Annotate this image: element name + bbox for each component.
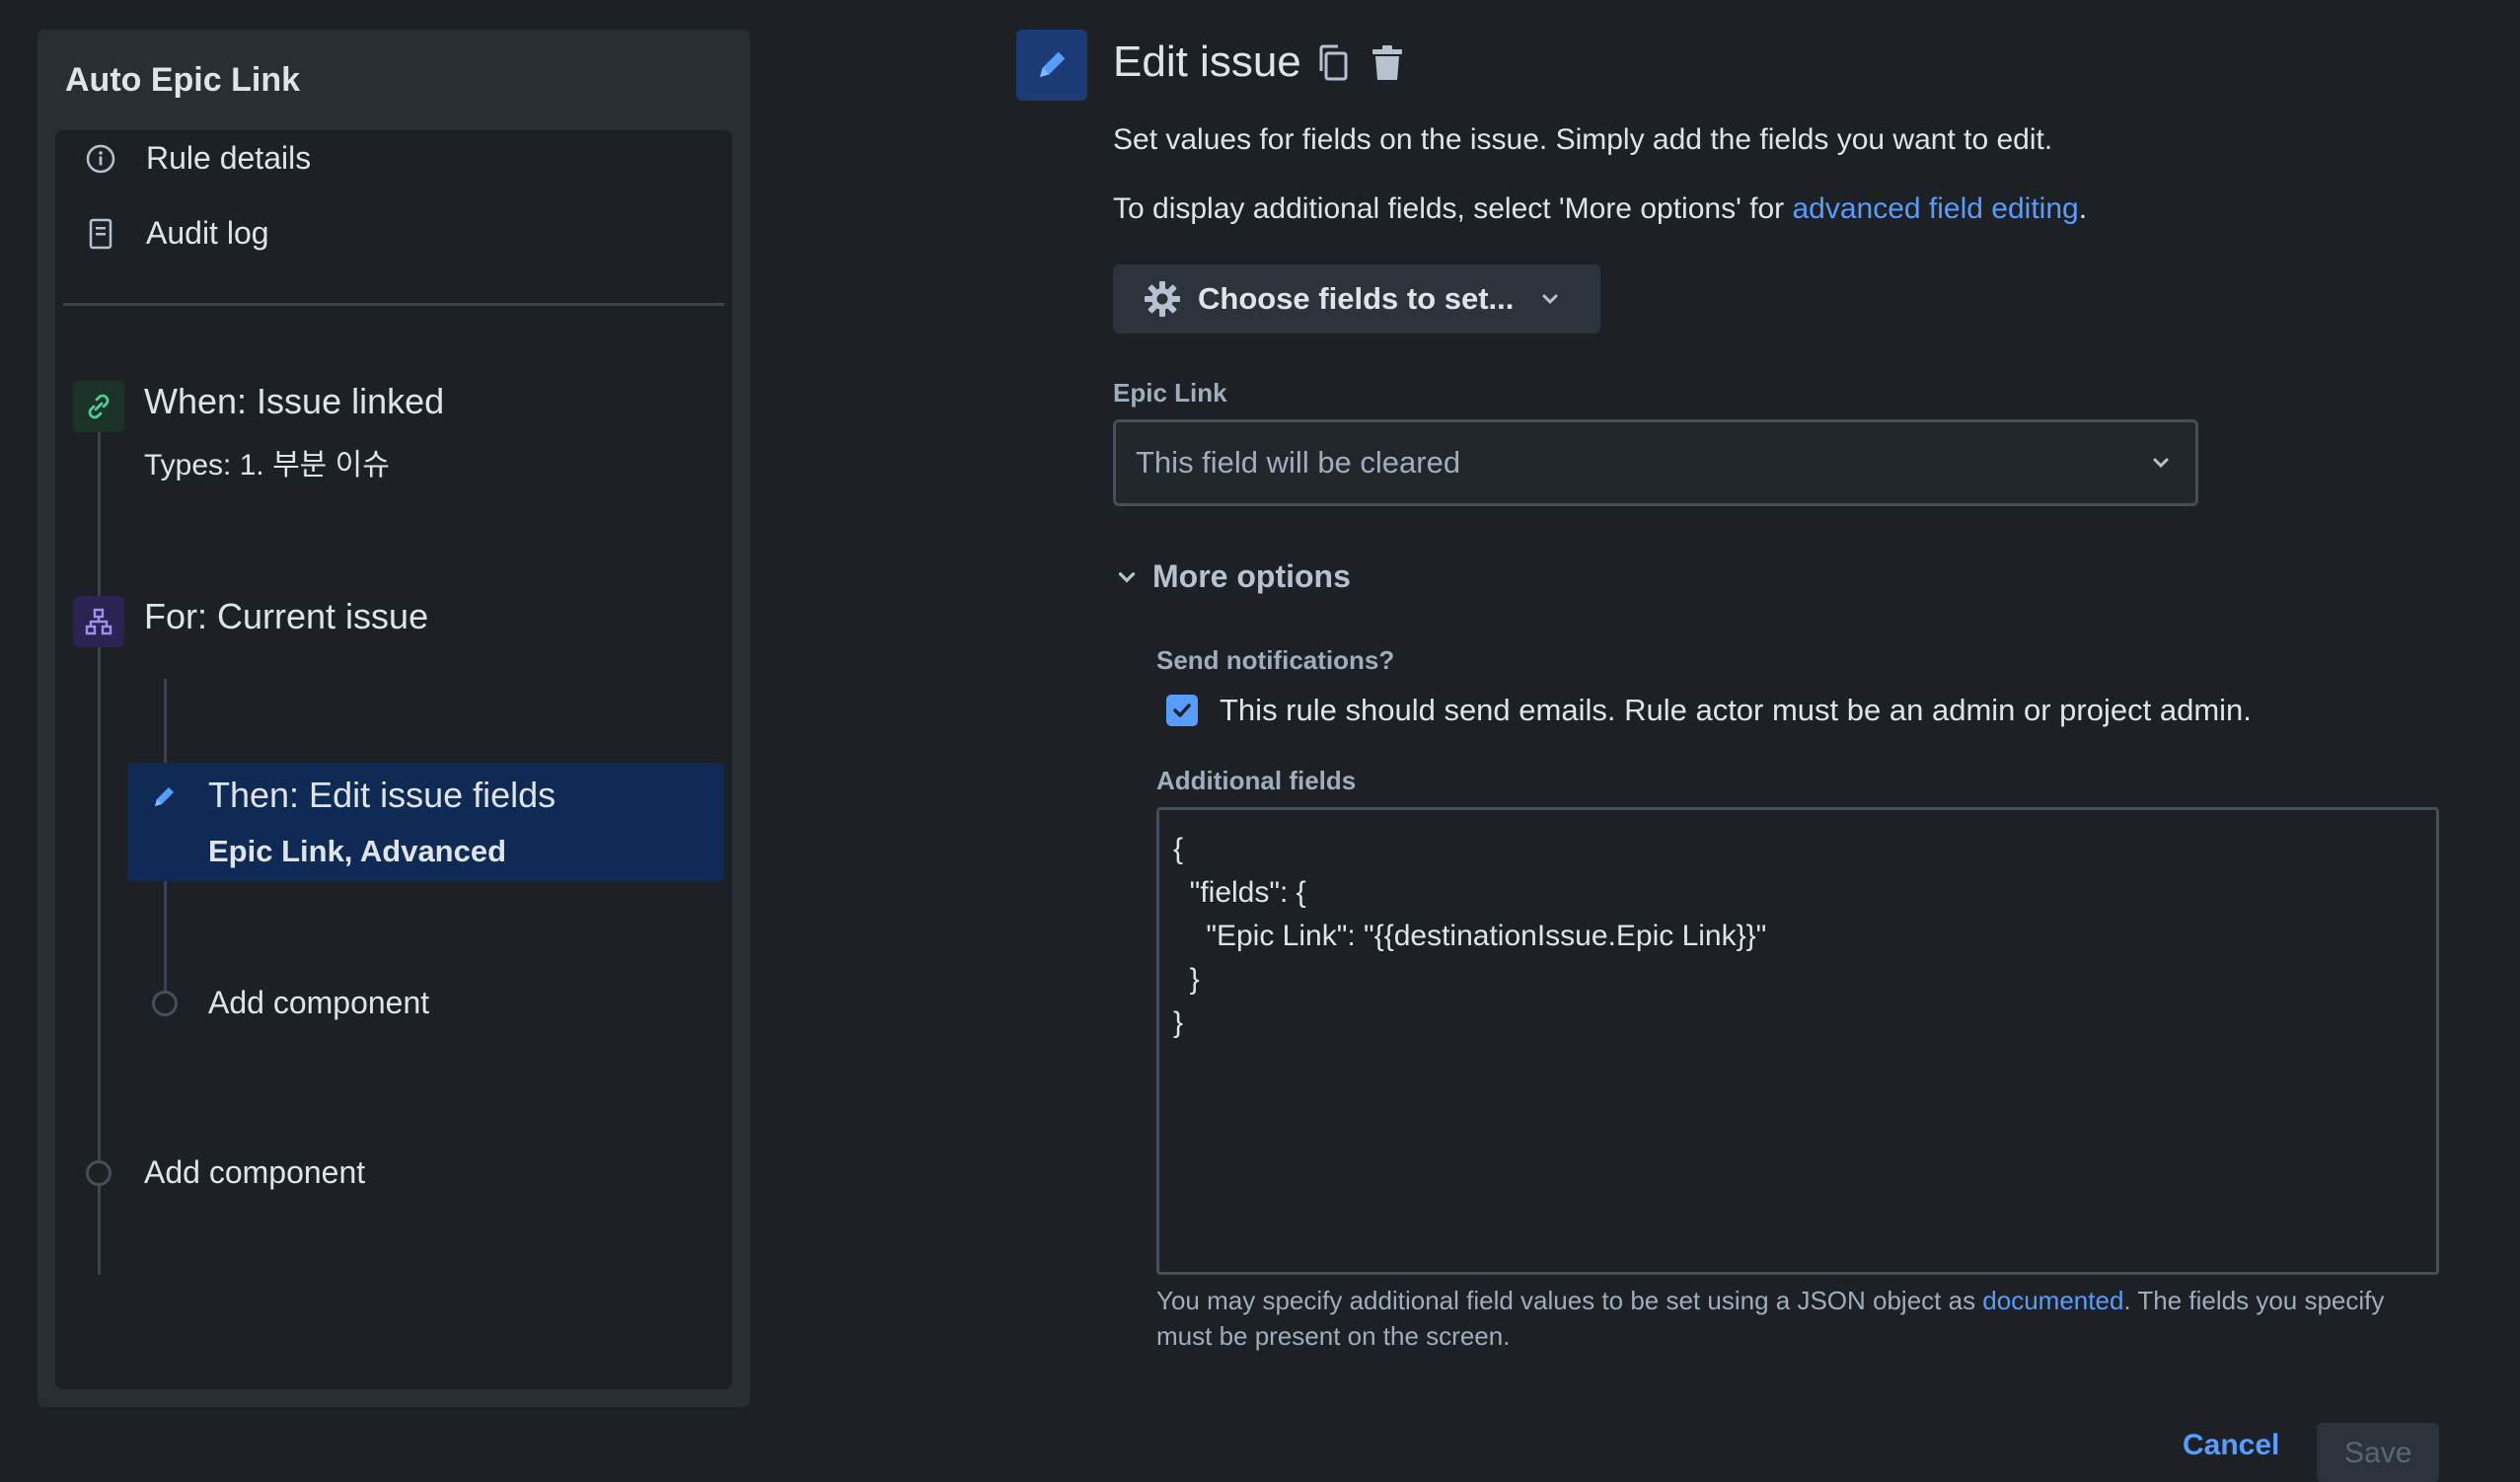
help-text: You may specify additional field values … <box>1156 1283 2439 1354</box>
add-component-node[interactable] <box>86 1160 111 1186</box>
documented-link[interactable]: documented <box>1982 1286 2123 1315</box>
nav-rule-details[interactable]: Rule details <box>83 140 311 177</box>
pencil-icon <box>1016 30 1087 101</box>
epic-link-label: Epic Link <box>1113 378 1227 408</box>
link-icon <box>73 381 124 432</box>
cancel-button[interactable]: Cancel <box>2183 1429 2279 1462</box>
advanced-field-editing-link[interactable]: advanced field editing <box>1792 192 2078 225</box>
send-notifications-row: This rule should send emails. Rule actor… <box>1166 693 2252 728</box>
nav-label: Audit log <box>146 215 269 251</box>
trigger-title[interactable]: When: Issue linked <box>144 381 444 422</box>
additional-fields-label: Additional fields <box>1156 766 1357 795</box>
action-subtitle: Epic Link, Advanced <box>208 834 507 868</box>
gear-icon <box>1143 279 1182 319</box>
copy-icon[interactable] <box>1312 39 1356 87</box>
rule-name: Auto Epic Link <box>65 61 300 99</box>
action-edit-issue-fields[interactable]: Then: Edit issue fields Epic Link, Advan… <box>127 763 724 881</box>
epic-link-value: This field will be cleared <box>1136 445 1461 480</box>
rule-component-list: Rule details Audit log When: Issue linke… <box>55 130 732 1389</box>
trash-icon[interactable] <box>1366 39 1409 87</box>
nav-audit-log[interactable]: Audit log <box>83 215 269 252</box>
send-notifications-text: This rule should send emails. Rule actor… <box>1220 693 2252 727</box>
chevron-down-icon <box>1539 288 1561 310</box>
add-component-node[interactable] <box>152 991 178 1016</box>
rule-sidebar: Auto Epic Link Rule details Audit log Wh… <box>37 30 750 1407</box>
chevron-down-icon <box>1115 565 1139 589</box>
trigger-subtitle: Types: 1. 부분 이슈 <box>144 449 390 482</box>
page-title: Edit issue <box>1113 37 1301 86</box>
choose-fields-label: Choose fields to set... <box>1198 281 1515 316</box>
description: Set values for fields on the issue. Simp… <box>1113 123 2053 156</box>
send-notifications-label: Send notifications? <box>1156 645 1395 675</box>
branch-icon <box>73 596 124 647</box>
nav-label: Rule details <box>146 140 312 176</box>
additional-fields-editor[interactable]: { "fields": { "Epic Link": "{{destinatio… <box>1156 807 2439 1275</box>
additional-info: To display additional fields, select 'Mo… <box>1113 192 2087 226</box>
flow-line <box>164 679 167 768</box>
help-prefix: You may specify additional field values … <box>1156 1286 1983 1315</box>
more-options-toggle[interactable]: More options <box>1115 558 1351 595</box>
send-notifications-checkbox[interactable] <box>1166 695 1198 726</box>
save-button[interactable]: Save <box>2317 1423 2439 1482</box>
additional-info-suffix: . <box>2078 192 2088 225</box>
add-component-outer[interactable]: Add component <box>144 1154 365 1191</box>
branch-title[interactable]: For: Current issue <box>144 596 428 637</box>
additional-info-prefix: To display additional fields, select 'Mo… <box>1113 192 1793 225</box>
add-component-inner[interactable]: Add component <box>208 985 429 1021</box>
pencil-icon <box>149 782 179 817</box>
more-options-label: More options <box>1152 558 1351 594</box>
chevron-down-icon <box>2150 452 2172 474</box>
divider <box>63 303 724 306</box>
document-icon <box>83 216 118 252</box>
epic-link-select[interactable]: This field will be cleared <box>1113 419 2198 506</box>
choose-fields-button[interactable]: Choose fields to set... <box>1113 264 1600 333</box>
info-icon <box>83 141 118 177</box>
flow-line <box>98 426 101 1275</box>
flow-line <box>164 880 167 991</box>
action-title: Then: Edit issue fields <box>208 775 556 815</box>
